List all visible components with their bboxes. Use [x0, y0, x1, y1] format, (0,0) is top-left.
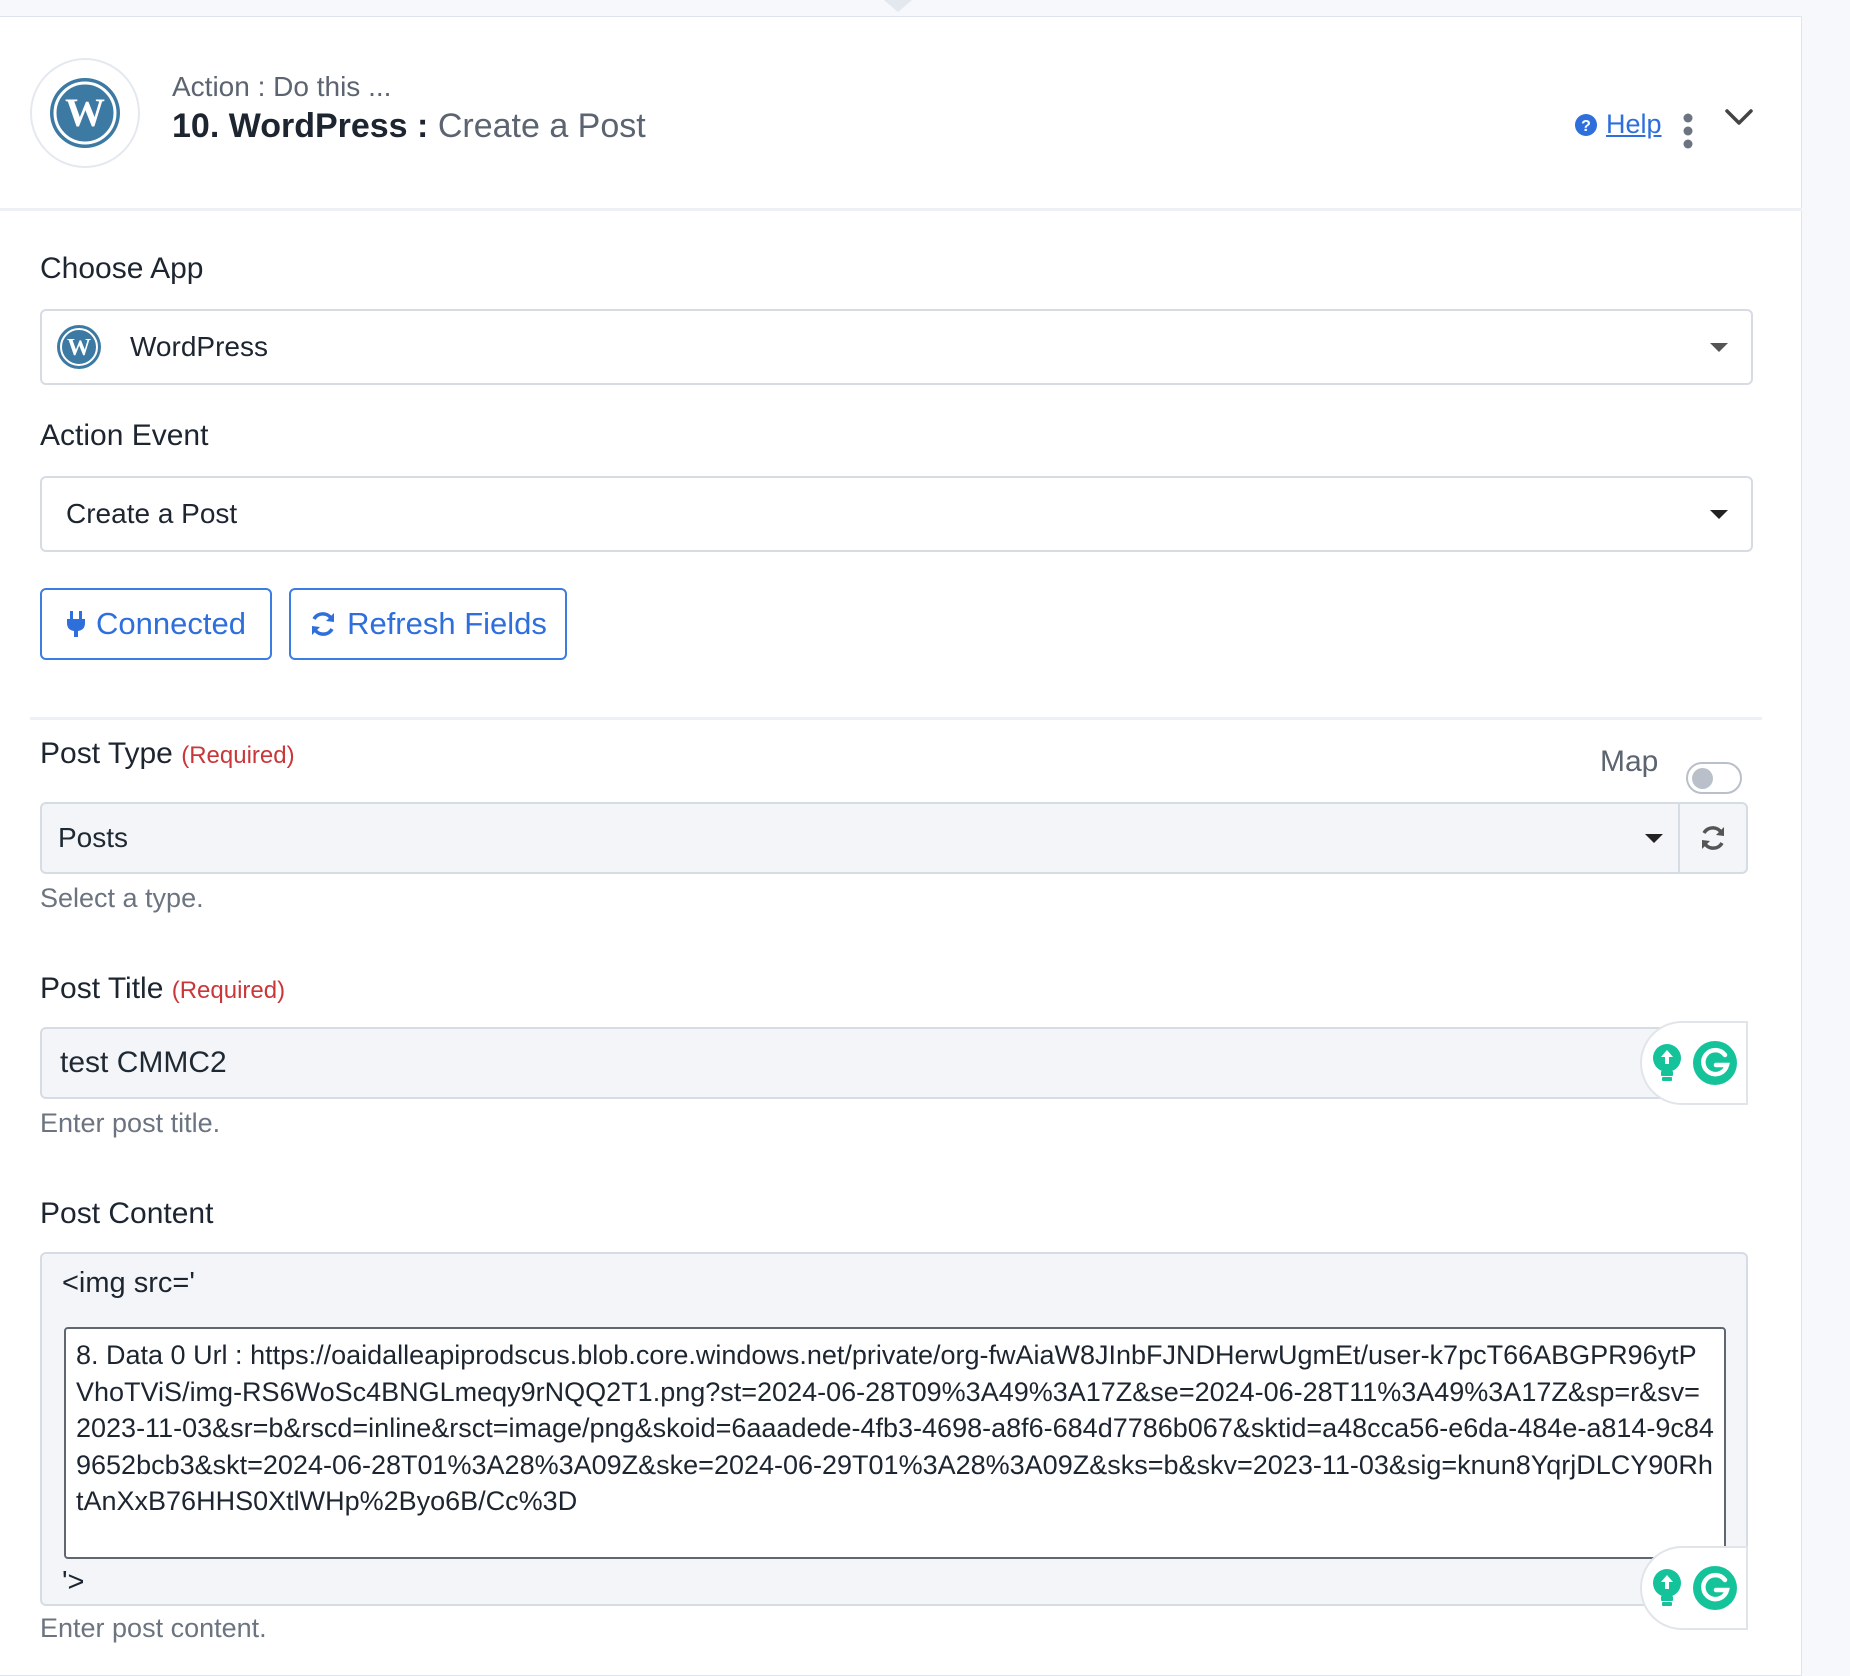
wordpress-logo: W	[30, 58, 140, 168]
action-event-value: Create a Post	[66, 498, 238, 529]
choose-app-select[interactable]: W WordPress	[40, 309, 1753, 385]
chevron-down-icon[interactable]	[1724, 107, 1754, 127]
mapped-field-pill[interactable]: 8. Data 0 Url : https://oaidalleapiprods…	[64, 1327, 1726, 1559]
required-tag: (Required)	[181, 742, 295, 769]
step-app-name: 10. WordPress :	[172, 107, 429, 145]
bulb-icon[interactable]	[1650, 1043, 1684, 1083]
post-type-select[interactable]: Posts	[40, 802, 1680, 874]
step-subtitle: Action : Do this ...	[172, 71, 392, 102]
post-title-hint: Enter post title.	[40, 1108, 221, 1138]
svg-text:W: W	[67, 335, 91, 361]
post-type-value: Posts	[58, 822, 129, 853]
more-options-icon[interactable]	[1682, 113, 1694, 149]
connected-label: Connected	[96, 606, 246, 641]
caret-down-icon	[1710, 343, 1728, 352]
choose-app-label: Choose App	[40, 252, 204, 285]
choose-app-value: WordPress	[130, 331, 268, 362]
toggle-knob	[1692, 768, 1713, 789]
post-content-label: Post Content	[40, 1197, 214, 1230]
post-content-hint: Enter post content.	[40, 1613, 267, 1643]
caret-down-icon	[1645, 834, 1663, 843]
wordpress-icon: W	[57, 325, 101, 369]
content-prefix: <img src='	[62, 1267, 195, 1299]
action-step-card: W Action : Do this ... 10. WordPress : C…	[0, 16, 1802, 1676]
action-event-label: Action Event	[40, 419, 209, 452]
connected-button[interactable]: Connected	[40, 588, 272, 660]
step-title: 10. WordPress : Create a Post	[172, 107, 646, 146]
bulb-icon[interactable]	[1650, 1568, 1684, 1608]
post-title-input[interactable]: test CMMC2	[40, 1027, 1748, 1099]
plug-icon	[67, 611, 86, 637]
post-title-value: test CMMC2	[60, 1046, 227, 1079]
svg-text:W: W	[65, 90, 105, 135]
action-event-select[interactable]: Create a Post	[40, 476, 1753, 552]
step-header[interactable]: W Action : Do this ... 10. WordPress : C…	[0, 17, 1802, 211]
reload-options-button[interactable]	[1678, 802, 1748, 874]
post-title-label-text: Post Title	[40, 972, 164, 1005]
grammarly-widget[interactable]	[1640, 1021, 1748, 1105]
refresh-fields-button[interactable]: Refresh Fields	[289, 588, 567, 660]
post-type-label: Post Type (Required)	[40, 737, 295, 771]
post-type-hint: Select a type.	[40, 883, 204, 913]
help-link[interactable]: Help	[1606, 109, 1662, 140]
content-suffix: '>	[62, 1566, 85, 1598]
refresh-fields-label: Refresh Fields	[347, 606, 547, 641]
help-link-group[interactable]: ? Help	[1574, 109, 1662, 140]
question-circle-icon: ?	[1575, 113, 1597, 136]
section-divider	[30, 717, 1762, 720]
grammarly-icon[interactable]	[1692, 1565, 1738, 1611]
grammarly-icon[interactable]	[1692, 1040, 1738, 1086]
map-label: Map	[1600, 745, 1659, 778]
refresh-icon	[1702, 826, 1724, 850]
post-title-label: Post Title (Required)	[40, 972, 285, 1006]
svg-text:?: ?	[1581, 118, 1591, 135]
step-connector-notch	[884, 0, 912, 12]
refresh-icon	[312, 612, 335, 636]
required-tag: (Required)	[171, 977, 286, 1004]
grammarly-widget[interactable]	[1640, 1546, 1748, 1630]
caret-down-icon	[1710, 510, 1728, 519]
wordpress-icon: W	[50, 78, 120, 148]
step-event-name: Create a Post	[437, 107, 646, 145]
map-toggle[interactable]	[1686, 762, 1742, 794]
post-type-label-text: Post Type	[40, 737, 173, 770]
